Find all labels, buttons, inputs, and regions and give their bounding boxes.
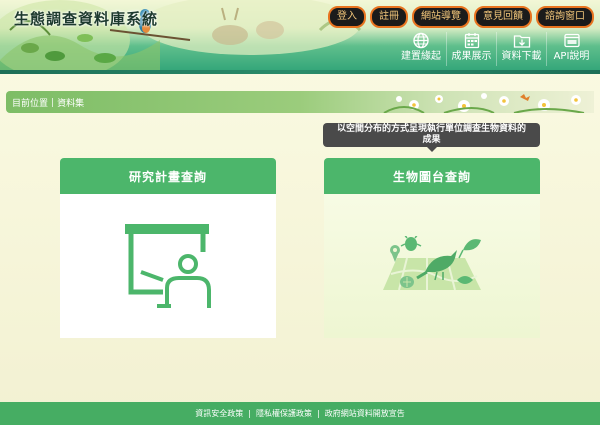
nav-label: 資料下載 bbox=[501, 51, 542, 62]
breadcrumb-separator: | bbox=[51, 97, 55, 108]
breadcrumb-current-label: 目前位置 bbox=[12, 99, 49, 109]
nav-item-origin[interactable]: 建置緣起 bbox=[396, 32, 446, 66]
nav-item-download[interactable]: 資料下載 bbox=[496, 32, 546, 66]
card-title: 研究計畫查詢 bbox=[60, 158, 276, 194]
biodiversity-map-icon bbox=[383, 236, 481, 291]
nav-label: 建置緣起 bbox=[401, 51, 441, 62]
nav-item-api[interactable]: API說明 bbox=[546, 32, 596, 66]
globe-icon bbox=[413, 32, 429, 49]
feedback-button[interactable]: 意見回饋 bbox=[474, 6, 532, 28]
footer-separator: | bbox=[248, 409, 251, 418]
footer-link-security-policy[interactable]: 資訊安全政策 bbox=[195, 408, 243, 419]
site-header: 生態調查資料庫系統 登入 註冊 網站導覽 意見回饋 諮詢窗口 建置緣起 成果展示… bbox=[0, 0, 600, 74]
nav-label: 成果展示 bbox=[451, 51, 492, 62]
nav-label: API說明 bbox=[553, 51, 590, 62]
presentation-board-icon bbox=[125, 224, 211, 308]
calendar-grid-icon bbox=[464, 33, 479, 49]
tooltip-line-2: 成果 bbox=[422, 135, 441, 145]
flower-decoration bbox=[383, 93, 585, 113]
footer-link-privacy-policy[interactable]: 隱私權保護政策 bbox=[256, 408, 312, 419]
top-button-group: 登入 註冊 網站導覽 意見回饋 諮詢窗口 bbox=[328, 6, 594, 28]
register-button[interactable]: 註冊 bbox=[370, 6, 408, 28]
folder-download-icon bbox=[513, 35, 530, 48]
biodiversity-map-query-card[interactable]: 生物圖台查詢 bbox=[324, 158, 540, 338]
breadcrumb: 目前位置 | 資料集 bbox=[6, 91, 594, 113]
main-nav: 建置緣起 成果展示 資料下載 API說明 bbox=[396, 32, 596, 66]
footer-link-open-data[interactable]: 政府網站資料開放宣告 bbox=[325, 408, 405, 419]
login-button[interactable]: 登入 bbox=[328, 6, 366, 28]
site-footer: 資訊安全政策 | 隱私權保護政策 | 政府網站資料開放宣告 bbox=[0, 402, 600, 425]
api-window-icon bbox=[563, 33, 580, 48]
map-query-tooltip: 以空間分布的方式呈現執行單位調查生物資料的 成果 bbox=[323, 123, 540, 152]
tooltip-line-1: 以空間分布的方式呈現執行單位調查生物資料的 bbox=[336, 124, 526, 134]
sitemap-button[interactable]: 網站導覽 bbox=[412, 6, 470, 28]
card-title: 生物圖台查詢 bbox=[324, 158, 540, 194]
nav-item-results[interactable]: 成果展示 bbox=[446, 32, 496, 66]
breadcrumb-trail: 目前位置 | 資料集 bbox=[12, 96, 84, 110]
card-body bbox=[60, 194, 276, 338]
header-divider bbox=[0, 70, 600, 74]
footer-separator: | bbox=[317, 409, 320, 418]
card-body bbox=[324, 194, 540, 338]
contact-button[interactable]: 諮詢窗口 bbox=[536, 6, 594, 28]
site-title[interactable]: 生態調查資料庫系統 bbox=[14, 8, 158, 29]
research-project-query-card[interactable]: 研究計畫查詢 bbox=[60, 158, 276, 338]
breadcrumb-page[interactable]: 資料集 bbox=[57, 96, 84, 109]
